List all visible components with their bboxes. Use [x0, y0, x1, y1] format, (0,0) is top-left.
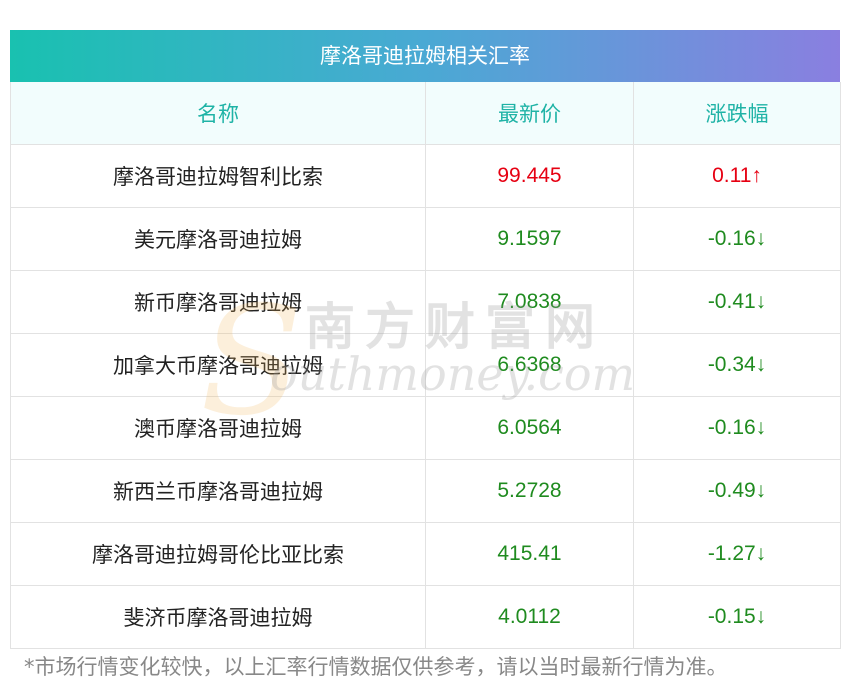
table-row: 加拿大币摩洛哥迪拉姆 6.6368 -0.34↓ — [10, 333, 841, 397]
exchange-rate-card: 摩洛哥迪拉姆相关汇率 名称 最新价 涨跌幅 摩洛哥迪拉姆智利比索 99.445 … — [10, 30, 841, 649]
latest-price: 7.0838 — [425, 270, 634, 334]
latest-price: 6.0564 — [425, 396, 634, 460]
column-header-name: 名称 — [10, 82, 426, 145]
change-percent: -0.16↓ — [633, 207, 841, 271]
table-row: 斐济币摩洛哥迪拉姆 4.0112 -0.15↓ — [10, 585, 841, 649]
table-row: 美元摩洛哥迪拉姆 9.1597 -0.16↓ — [10, 207, 841, 271]
table-row: 新西兰币摩洛哥迪拉姆 5.2728 -0.49↓ — [10, 459, 841, 523]
pair-name: 美元摩洛哥迪拉姆 — [10, 207, 426, 271]
header-row: 名称 最新价 涨跌幅 — [10, 82, 841, 145]
pair-name: 摩洛哥迪拉姆哥伦比亚比索 — [10, 522, 426, 586]
latest-price: 99.445 — [425, 144, 634, 208]
table-row: 澳币摩洛哥迪拉姆 6.0564 -0.16↓ — [10, 396, 841, 460]
change-percent: -0.16↓ — [633, 396, 841, 460]
exchange-rate-table: 名称 最新价 涨跌幅 摩洛哥迪拉姆智利比索 99.445 0.11↑ 美元摩洛哥… — [10, 82, 841, 649]
change-percent: -1.27↓ — [633, 522, 841, 586]
change-percent: -0.15↓ — [633, 585, 841, 649]
table-row: 摩洛哥迪拉姆智利比索 99.445 0.11↑ — [10, 144, 841, 208]
change-percent: -0.34↓ — [633, 333, 841, 397]
pair-name: 加拿大币摩洛哥迪拉姆 — [10, 333, 426, 397]
pair-name: 斐济币摩洛哥迪拉姆 — [10, 585, 426, 649]
pair-name: 澳币摩洛哥迪拉姆 — [10, 396, 426, 460]
change-percent: -0.41↓ — [633, 270, 841, 334]
column-header-change: 涨跌幅 — [633, 82, 841, 145]
change-percent: -0.49↓ — [633, 459, 841, 523]
latest-price: 6.6368 — [425, 333, 634, 397]
table-title: 摩洛哥迪拉姆相关汇率 — [10, 30, 840, 82]
latest-price: 9.1597 — [425, 207, 634, 271]
table-row: 新币摩洛哥迪拉姆 7.0838 -0.41↓ — [10, 270, 841, 334]
pair-name: 新西兰币摩洛哥迪拉姆 — [10, 459, 426, 523]
table-row: 摩洛哥迪拉姆哥伦比亚比索 415.41 -1.27↓ — [10, 522, 841, 586]
column-header-price: 最新价 — [425, 82, 634, 145]
change-percent: 0.11↑ — [633, 144, 841, 208]
latest-price: 4.0112 — [425, 585, 634, 649]
disclaimer-footnote: *市场行情变化较快，以上汇率行情数据仅供参考，请以当时最新行情为准。 — [24, 655, 728, 679]
latest-price: 5.2728 — [425, 459, 634, 523]
pair-name: 摩洛哥迪拉姆智利比索 — [10, 144, 426, 208]
latest-price: 415.41 — [425, 522, 634, 586]
pair-name: 新币摩洛哥迪拉姆 — [10, 270, 426, 334]
